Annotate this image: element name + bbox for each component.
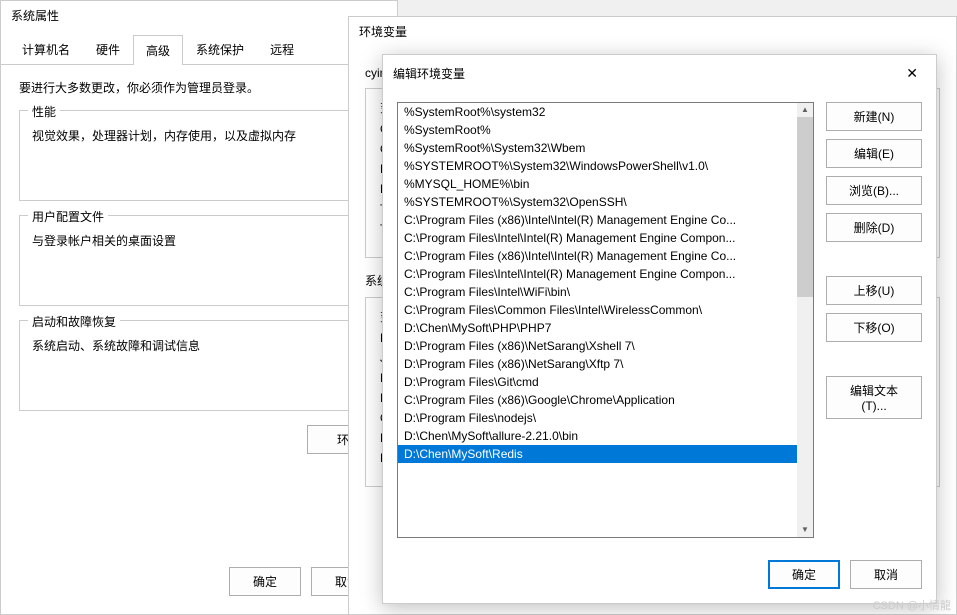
tab-computer-name[interactable]: 计算机名	[9, 34, 83, 64]
path-list[interactable]: %SystemRoot%\system32%SystemRoot%%System…	[398, 103, 797, 537]
scroll-thumb[interactable]	[797, 117, 813, 297]
move-up-button[interactable]: 上移(U)	[826, 276, 922, 305]
path-item[interactable]: D:\Program Files\Git\cmd	[398, 373, 797, 391]
edit-side-buttons: 新建(N) 编辑(E) 浏览(B)... 删除(D) 上移(U) 下移(O) 编…	[826, 102, 922, 538]
user-profile-fieldset: 用户配置文件 与登录帐户相关的桌面设置	[19, 215, 379, 306]
path-item[interactable]: %SYSTEMROOT%\System32\WindowsPowerShell\…	[398, 157, 797, 175]
user-profile-legend: 用户配置文件	[28, 208, 108, 225]
tab-hardware[interactable]: 硬件	[83, 34, 133, 64]
path-item[interactable]: D:\Chen\MySoft\PHP\PHP7	[398, 319, 797, 337]
delete-button[interactable]: 删除(D)	[826, 213, 922, 242]
path-list-container: %SystemRoot%\system32%SystemRoot%%System…	[397, 102, 814, 538]
path-item[interactable]: C:\Program Files (x86)\Intel\Intel(R) Ma…	[398, 211, 797, 229]
path-item[interactable]: %SystemRoot%\system32	[398, 103, 797, 121]
env-dialog-title: 环境变量	[349, 17, 956, 46]
path-item[interactable]: C:\Program Files\Intel\Intel(R) Manageme…	[398, 265, 797, 283]
path-item[interactable]: D:\Program Files\nodejs\	[398, 409, 797, 427]
edit-body: %SystemRoot%\system32%SystemRoot%%System…	[383, 92, 936, 552]
path-item[interactable]: C:\Program Files\Common Files\Intel\Wire…	[398, 301, 797, 319]
tab-remote[interactable]: 远程	[257, 34, 307, 64]
new-button[interactable]: 新建(N)	[826, 102, 922, 131]
edit-button[interactable]: 编辑(E)	[826, 139, 922, 168]
path-item[interactable]: D:\Program Files (x86)\NetSarang\Xftp 7\	[398, 355, 797, 373]
scroll-up-icon[interactable]: ▲	[797, 103, 813, 117]
tab-advanced[interactable]: 高级	[133, 35, 183, 65]
move-down-button[interactable]: 下移(O)	[826, 313, 922, 342]
browse-button[interactable]: 浏览(B)...	[826, 176, 922, 205]
edit-text-button[interactable]: 编辑文本(T)...	[826, 376, 922, 419]
tab-system-protection[interactable]: 系统保护	[183, 34, 257, 64]
performance-legend: 性能	[28, 103, 60, 120]
sys-ok-button[interactable]: 确定	[229, 567, 301, 596]
path-item[interactable]: C:\Program Files (x86)\Google\Chrome\App…	[398, 391, 797, 409]
edit-footer: 确定 取消	[383, 552, 936, 597]
path-item[interactable]: C:\Program Files\Intel\WiFi\bin\	[398, 283, 797, 301]
startup-legend: 启动和故障恢复	[28, 313, 120, 330]
close-icon[interactable]: ✕	[898, 63, 926, 84]
edit-ok-button[interactable]: 确定	[768, 560, 840, 589]
user-profile-desc: 与登录帐户相关的桌面设置	[32, 232, 366, 249]
edit-header: 编辑环境变量 ✕	[383, 55, 936, 92]
path-item[interactable]: D:\Chen\MySoft\allure-2.21.0\bin	[398, 427, 797, 445]
scrollbar[interactable]: ▲ ▼	[797, 103, 813, 537]
path-item[interactable]: D:\Program Files (x86)\NetSarang\Xshell …	[398, 337, 797, 355]
startup-fieldset: 启动和故障恢复 系统启动、系统故障和调试信息	[19, 320, 379, 411]
startup-desc: 系统启动、系统故障和调试信息	[32, 337, 366, 354]
system-properties-dialog: 系统属性 计算机名 硬件 高级 系统保护 远程 要进行大多数更改，你必须作为管理…	[0, 0, 398, 615]
tabs-bar: 计算机名 硬件 高级 系统保护 远程	[1, 34, 397, 65]
sys-body: 要进行大多数更改，你必须作为管理员登录。 性能 视觉效果，处理器计划，内存使用，…	[1, 65, 397, 468]
performance-desc: 视觉效果，处理器计划，内存使用，以及虚拟内存	[32, 127, 366, 144]
sys-props-title: 系统属性	[1, 1, 397, 30]
performance-fieldset: 性能 视觉效果，处理器计划，内存使用，以及虚拟内存	[19, 110, 379, 201]
path-item[interactable]: C:\Program Files (x86)\Intel\Intel(R) Ma…	[398, 247, 797, 265]
path-item[interactable]: D:\Chen\MySoft\Redis	[398, 445, 797, 463]
path-item[interactable]: %SYSTEMROOT%\System32\OpenSSH\	[398, 193, 797, 211]
scroll-down-icon[interactable]: ▼	[797, 523, 813, 537]
path-item[interactable]: %MYSQL_HOME%\bin	[398, 175, 797, 193]
path-item[interactable]: %SystemRoot%	[398, 121, 797, 139]
path-item[interactable]: C:\Program Files\Intel\Intel(R) Manageme…	[398, 229, 797, 247]
edit-dialog-title: 编辑环境变量	[393, 65, 465, 82]
edit-cancel-button[interactable]: 取消	[850, 560, 922, 589]
admin-message: 要进行大多数更改，你必须作为管理员登录。	[19, 79, 379, 96]
watermark: CSDN @小情龍	[873, 597, 951, 613]
path-item[interactable]: %SystemRoot%\System32\Wbem	[398, 139, 797, 157]
edit-env-dialog: 编辑环境变量 ✕ %SystemRoot%\system32%SystemRoo…	[382, 54, 937, 604]
